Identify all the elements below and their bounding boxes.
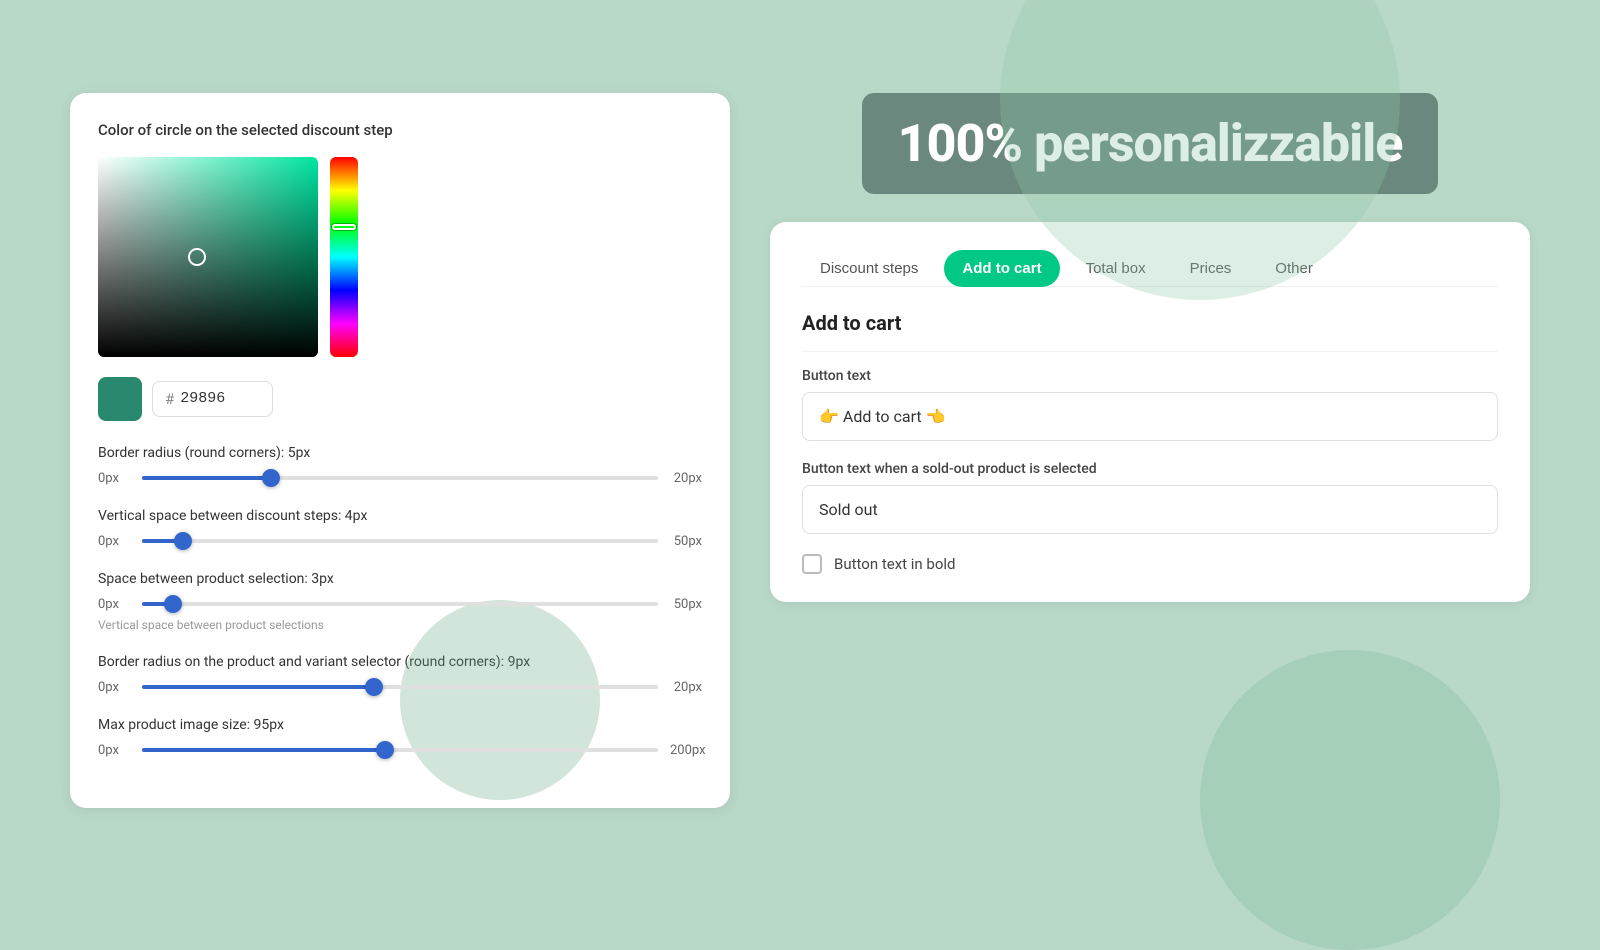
sold-out-input[interactable] [802, 485, 1498, 534]
slider-vertical-space-track[interactable] [142, 539, 658, 543]
slider-border-radius-selector-fill [142, 685, 374, 689]
slider-product-space-min: 0px [98, 597, 130, 612]
color-preview-row: # [98, 377, 702, 421]
slider-border-radius-selector-min: 0px [98, 680, 130, 695]
color-picker-container [98, 157, 702, 357]
slider-border-radius-max: 20px [670, 471, 702, 486]
slider-image-size-fill [142, 748, 385, 752]
slider-vertical-space-label: Vertical space between discount steps: 4… [98, 508, 702, 524]
hex-input[interactable] [180, 390, 260, 407]
section-title: Add to cart [802, 311, 1498, 352]
slider-vertical-space-max: 50px [670, 534, 702, 549]
slider-product-space-hint: Vertical space between product selection… [98, 618, 702, 632]
slider-image-size-max: 200px [670, 743, 702, 758]
button-text-input[interactable] [802, 392, 1498, 441]
slider-border-radius-min: 0px [98, 471, 130, 486]
button-text-bold-checkbox[interactable] [802, 554, 822, 574]
hex-hash-symbol: # [165, 390, 174, 408]
slider-image-size-label: Max product image size: 95px [98, 717, 702, 733]
slider-product-space-track[interactable] [142, 602, 658, 606]
slider-product-space-label: Space between product selection: 3px [98, 571, 702, 587]
slider-border-radius-row: 0px 20px [98, 471, 702, 486]
slider-product-space: Space between product selection: 3px 0px… [98, 571, 702, 632]
color-hue-bar[interactable] [330, 157, 358, 357]
tab-add-to-cart[interactable]: Add to cart [944, 250, 1059, 287]
slider-image-size-thumb[interactable] [376, 741, 394, 759]
slider-border-radius-selector-thumb[interactable] [365, 678, 383, 696]
bg-blob-3 [400, 600, 600, 800]
hue-cursor [332, 224, 356, 230]
slider-image-size-min: 0px [98, 743, 130, 758]
slider-product-space-row: 0px 50px [98, 597, 702, 612]
color-swatch[interactable] [98, 377, 142, 421]
tab-discount-steps[interactable]: Discount steps [802, 250, 936, 287]
slider-vertical-space-thumb[interactable] [174, 532, 192, 550]
sold-out-label: Button text when a sold-out product is s… [802, 461, 1498, 477]
panel-title: Color of circle on the selected discount… [98, 121, 702, 139]
bg-blob-2 [1200, 650, 1500, 950]
slider-border-radius-selector-label: Border radius on the product and variant… [98, 654, 702, 670]
checkbox-row: Button text in bold [802, 554, 1498, 574]
color-gradient-picker[interactable] [98, 157, 318, 357]
slider-image-size-track[interactable] [142, 748, 658, 752]
slider-product-space-thumb[interactable] [164, 595, 182, 613]
slider-image-size: Max product image size: 95px 0px 200px [98, 717, 702, 758]
slider-border-radius-selector-max: 20px [670, 680, 702, 695]
slider-border-radius-selector: Border radius on the product and variant… [98, 654, 702, 695]
slider-vertical-space: Vertical space between discount steps: 4… [98, 508, 702, 549]
color-hex-input-wrap[interactable]: # [152, 381, 273, 417]
gradient-cursor [188, 248, 206, 266]
slider-image-size-row: 0px 200px [98, 743, 702, 758]
slider-border-radius-fill [142, 476, 271, 480]
slider-vertical-space-min: 0px [98, 534, 130, 549]
checkbox-label: Button text in bold [834, 555, 956, 573]
slider-product-space-max: 50px [670, 597, 702, 612]
button-text-label: Button text [802, 368, 1498, 384]
slider-border-radius-track[interactable] [142, 476, 658, 480]
slider-vertical-space-row: 0px 50px [98, 534, 702, 549]
slider-border-radius: Border radius (round corners): 5px 0px 2… [98, 445, 702, 486]
slider-border-radius-selector-track[interactable] [142, 685, 658, 689]
slider-border-radius-label: Border radius (round corners): 5px [98, 445, 702, 461]
slider-border-radius-thumb[interactable] [262, 469, 280, 487]
